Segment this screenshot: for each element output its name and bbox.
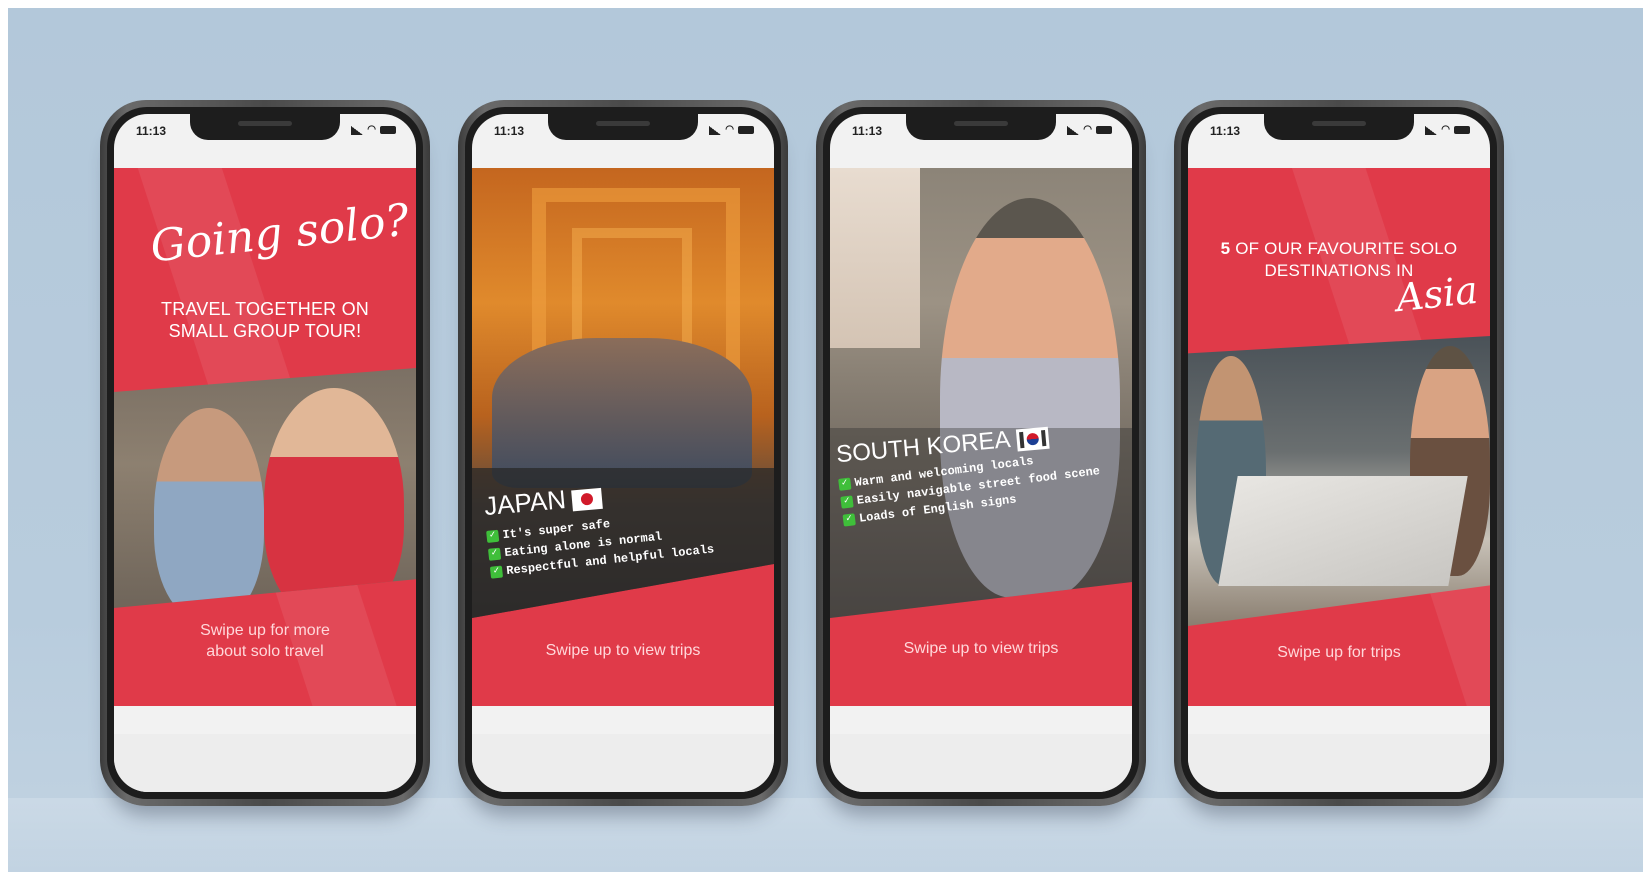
check-icon: ✓ bbox=[842, 513, 856, 527]
wifi-icon: ◠ bbox=[1083, 124, 1092, 135]
home-bar bbox=[114, 734, 416, 792]
japan-flag-icon bbox=[570, 487, 603, 512]
check-icon: ✓ bbox=[840, 495, 854, 509]
phone-3-screen[interactable]: 11:13 ◠ SOUTH KOREA ✓ Warm and welcoming… bbox=[830, 114, 1132, 792]
battery-icon bbox=[380, 126, 396, 134]
battery-icon bbox=[738, 126, 754, 134]
notch bbox=[190, 114, 340, 140]
status-time: 11:13 bbox=[494, 124, 525, 138]
story-photo bbox=[114, 368, 416, 608]
showcase-background: 11:13 ◠ Going solo? TRAVEL TOGETHER ON S… bbox=[8, 8, 1643, 872]
check-icon: ✓ bbox=[486, 529, 500, 543]
person-left bbox=[154, 408, 264, 608]
notch bbox=[548, 114, 698, 140]
status-time: 11:13 bbox=[852, 124, 883, 138]
wifi-icon: ◠ bbox=[367, 124, 376, 135]
signal-icon bbox=[709, 125, 722, 135]
menu-board bbox=[830, 168, 920, 348]
floor-reflection bbox=[8, 798, 1643, 872]
notch bbox=[906, 114, 1056, 140]
battery-icon bbox=[1454, 126, 1470, 134]
south-korea-flag-icon bbox=[1015, 426, 1050, 452]
phone-1: 11:13 ◠ Going solo? TRAVEL TOGETHER ON S… bbox=[100, 100, 430, 806]
status-time: 11:13 bbox=[136, 124, 167, 138]
home-bar bbox=[472, 734, 774, 792]
phone-4-screen[interactable]: 11:13 ◠ 5 OF OUR FAVOURITE SOLO DESTINAT… bbox=[1188, 114, 1490, 792]
phone-2: 11:13 ◠ JAPAN ✓ It's super safe ✓ Eating… bbox=[458, 100, 788, 806]
headline: TRAVEL TOGETHER ON SMALL GROUP TOUR! bbox=[161, 299, 369, 341]
swipe-up-cta[interactable]: Swipe up to view trips bbox=[830, 638, 1132, 659]
home-bar bbox=[830, 734, 1132, 792]
swipe-up-cta[interactable]: Swipe up for trips bbox=[1188, 642, 1490, 663]
story-card[interactable]: Going solo? TRAVEL TOGETHER ON SMALL GRO… bbox=[114, 168, 416, 706]
signal-icon bbox=[351, 125, 364, 135]
battery-icon bbox=[1096, 126, 1112, 134]
swipe-up-cta[interactable]: Swipe up to view trips bbox=[472, 640, 774, 661]
person-right bbox=[264, 388, 404, 608]
phone-3: 11:13 ◠ SOUTH KOREA ✓ Warm and welcoming… bbox=[816, 100, 1146, 806]
story-card[interactable]: JAPAN ✓ It's super safe ✓ Eating alone is … bbox=[472, 168, 774, 706]
check-icon: ✓ bbox=[489, 565, 504, 579]
tour-group bbox=[492, 338, 752, 488]
story-card[interactable]: 5 OF OUR FAVOURITE SOLO DESTINATIONS IN … bbox=[1188, 168, 1490, 706]
home-bar bbox=[1188, 734, 1490, 792]
story-photo bbox=[1188, 336, 1490, 626]
check-icon: ✓ bbox=[487, 547, 502, 561]
phone-2-screen[interactable]: 11:13 ◠ JAPAN ✓ It's super safe ✓ Eating… bbox=[472, 114, 774, 792]
status-time: 11:13 bbox=[1210, 124, 1241, 138]
wifi-icon: ◠ bbox=[1441, 124, 1450, 135]
dining-table bbox=[1218, 476, 1468, 586]
story-photo: JAPAN ✓ It's super safe ✓ Eating alone is … bbox=[472, 168, 774, 618]
signal-icon bbox=[1067, 125, 1080, 135]
phone-4: 11:13 ◠ 5 OF OUR FAVOURITE SOLO DESTINAT… bbox=[1174, 100, 1504, 806]
wifi-icon: ◠ bbox=[725, 124, 734, 135]
story-card[interactable]: SOUTH KOREA ✓ Warm and welcoming locals ✓… bbox=[830, 168, 1132, 706]
script-word: Asia bbox=[1393, 267, 1480, 321]
swipe-up-cta[interactable]: Swipe up for more about solo travel bbox=[114, 620, 416, 662]
notch bbox=[1264, 114, 1414, 140]
signal-icon bbox=[1425, 125, 1438, 135]
story-photo: SOUTH KOREA ✓ Warm and welcoming locals ✓… bbox=[830, 168, 1132, 618]
check-icon: ✓ bbox=[838, 477, 852, 491]
phone-1-screen[interactable]: 11:13 ◠ Going solo? TRAVEL TOGETHER ON S… bbox=[114, 114, 416, 792]
